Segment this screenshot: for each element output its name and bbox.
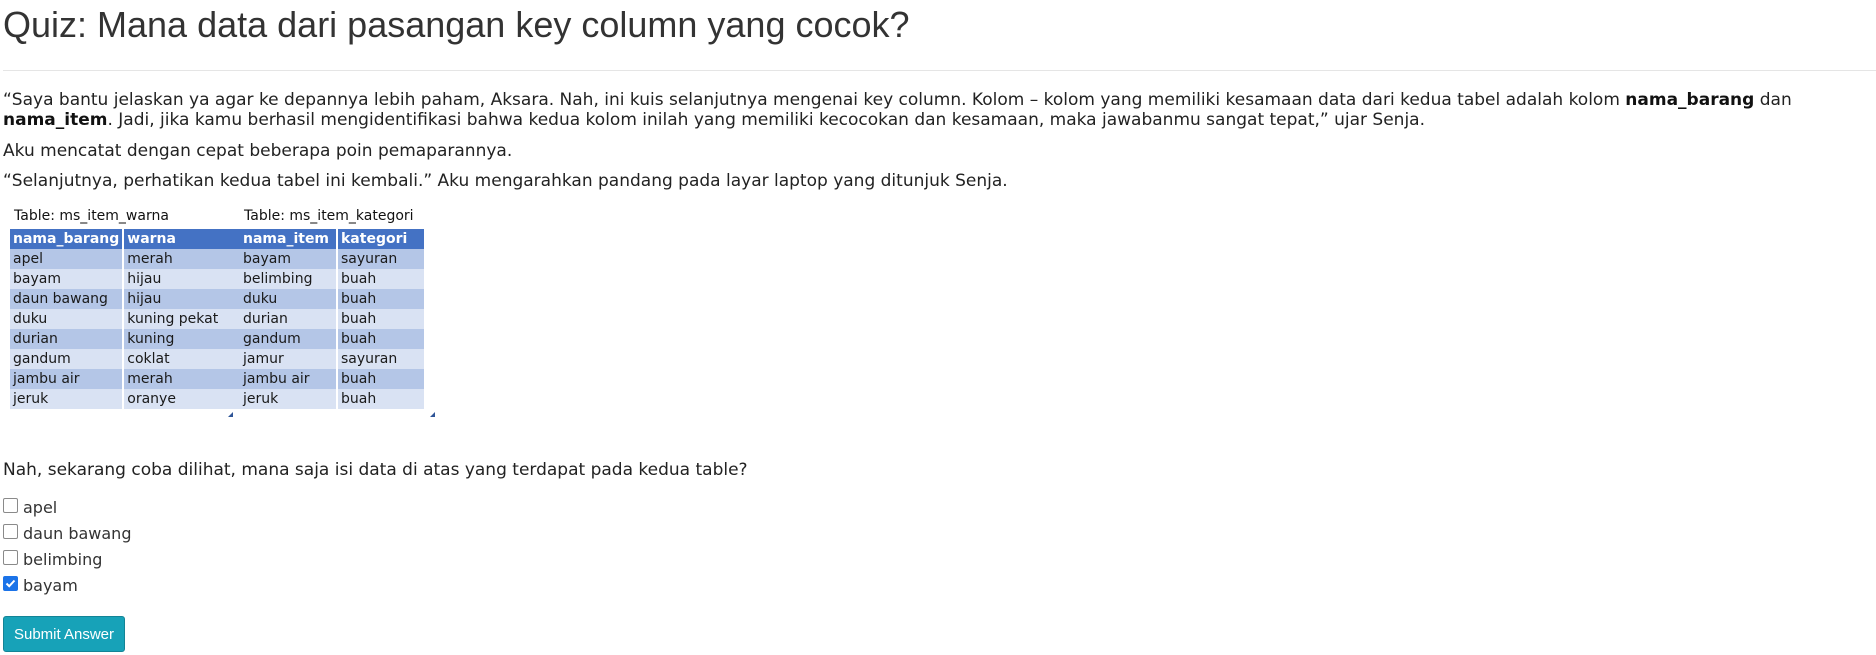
answer-option-label: bayam xyxy=(23,575,78,595)
table-header-cell: nama_item xyxy=(240,229,338,249)
table-cell: kuning xyxy=(124,329,246,349)
table-cell: buah xyxy=(338,389,426,409)
answer-option[interactable]: bayam xyxy=(3,572,131,598)
p1-text-mid: dan xyxy=(1754,90,1792,110)
table-row: bayam hijau xyxy=(10,269,246,289)
table-row: apel merah xyxy=(10,249,246,269)
table-cell: duku xyxy=(240,289,338,309)
table-header-row: nama_barang warna xyxy=(10,229,246,249)
table-header-row: nama_item kategori xyxy=(240,229,426,249)
story-paragraph-3: “Selanjutnya, perhatikan kedua tabel ini… xyxy=(3,171,1008,191)
table-cell: jambu air xyxy=(240,369,338,389)
table-cell: coklat xyxy=(124,349,246,369)
table-cell: buah xyxy=(338,269,426,289)
table-ms-item-kategori: nama_item kategori bayam sayuran belimbing… xyxy=(240,229,426,409)
table-row: duku kuning pekat xyxy=(10,309,246,329)
p1-bold-nama-item: nama_item xyxy=(3,110,108,130)
table-row: durian kuning xyxy=(10,329,246,349)
table-cell: hijau xyxy=(124,269,246,289)
answer-option[interactable]: belimbing xyxy=(3,546,131,572)
p1-bold-nama-barang: nama_barang xyxy=(1625,90,1755,110)
table-cell: gandum xyxy=(10,349,125,369)
tables-image: Table: ms_item_warna nama_barang warna a… xyxy=(10,207,435,419)
table-cell: apel xyxy=(10,249,125,269)
table-row: durian buah xyxy=(240,309,426,329)
table-cell: kuning pekat xyxy=(124,309,246,329)
answer-checkbox[interactable] xyxy=(3,549,18,565)
p1-text-start: “Saya bantu jelaskan ya agar ke depannya… xyxy=(3,90,1626,110)
table-cell: jeruk xyxy=(10,389,125,409)
quiz-question: Nah, sekarang coba dilihat, mana saja is… xyxy=(3,460,748,480)
table-cell: belimbing xyxy=(240,269,338,289)
table-caption: Table: ms_item_kategori xyxy=(244,208,414,224)
table-cell: daun bawang xyxy=(10,289,125,309)
answer-option[interactable]: apel xyxy=(3,494,131,520)
table-row: jeruk oranye xyxy=(10,389,246,409)
table-row: daun bawang hijau xyxy=(10,289,246,309)
table-row: duku buah xyxy=(240,289,426,309)
table-ms-item-warna: nama_barang warna apel merah bayam hijau dau… xyxy=(10,229,246,409)
answer-options: apel daun bawang belimbing bayam xyxy=(3,494,131,598)
p1-text-end: . Jadi, jika kamu berhasil mengidentifik… xyxy=(107,110,1426,130)
answer-option-label: belimbing xyxy=(23,549,103,569)
table-header-cell: kategori xyxy=(338,229,426,249)
table-cell: durian xyxy=(10,329,125,349)
table-cell: bayam xyxy=(240,249,338,269)
story-paragraph-1: “Saya bantu jelaskan ya agar ke depannya… xyxy=(3,90,1873,130)
page-title: Quiz: Mana data dari pasangan key column… xyxy=(3,4,910,45)
answer-option[interactable]: daun bawang xyxy=(3,520,131,546)
table-row: jambu air buah xyxy=(240,369,426,389)
table-block-ms-item-kategori: Table: ms_item_kategori nama_item katego… xyxy=(240,207,435,417)
table-block-ms-item-warna: Table: ms_item_warna nama_barang warna a… xyxy=(10,207,246,417)
answer-checkbox[interactable] xyxy=(3,497,18,513)
table-cell: buah xyxy=(338,329,426,349)
table-header-cell: warna xyxy=(124,229,246,249)
submit-answer-button[interactable]: Submit Answer xyxy=(3,616,125,652)
table-cell: buah xyxy=(338,309,426,329)
title-divider xyxy=(3,70,1876,71)
resize-corner-icon xyxy=(228,412,233,417)
table-row: belimbing buah xyxy=(240,269,426,289)
resize-corner-icon xyxy=(430,412,435,417)
table-cell: buah xyxy=(338,289,426,309)
table-cell: jeruk xyxy=(240,389,338,409)
answer-checkbox[interactable] xyxy=(3,575,18,591)
answer-option-label: daun bawang xyxy=(23,523,132,543)
table-cell: bayam xyxy=(10,269,125,289)
table-row: gandum coklat xyxy=(10,349,246,369)
table-row: jeruk buah xyxy=(240,389,426,409)
table-cell: jambu air xyxy=(10,369,125,389)
table-cell: merah xyxy=(124,369,246,389)
table-cell: hijau xyxy=(124,289,246,309)
table-cell: durian xyxy=(240,309,338,329)
table-cell: oranye xyxy=(124,389,246,409)
table-header-cell: nama_barang xyxy=(10,229,125,249)
story-paragraph-2: Aku mencatat dengan cepat beberapa poin … xyxy=(3,141,513,161)
table-row: gandum buah xyxy=(240,329,426,349)
table-caption: Table: ms_item_warna xyxy=(14,208,169,224)
table-cell: sayuran xyxy=(338,349,426,369)
table-cell: duku xyxy=(10,309,125,329)
table-row: bayam sayuran xyxy=(240,249,426,269)
table-row: jambu air merah xyxy=(10,369,246,389)
table-cell: gandum xyxy=(240,329,338,349)
answer-option-label: apel xyxy=(23,497,58,517)
table-cell: sayuran xyxy=(338,249,426,269)
table-cell: merah xyxy=(124,249,246,269)
checkmark-icon xyxy=(5,579,16,588)
table-cell: buah xyxy=(338,369,426,389)
table-cell: jamur xyxy=(240,349,338,369)
answer-checkbox[interactable] xyxy=(3,523,18,539)
table-row: jamur sayuran xyxy=(240,349,426,369)
